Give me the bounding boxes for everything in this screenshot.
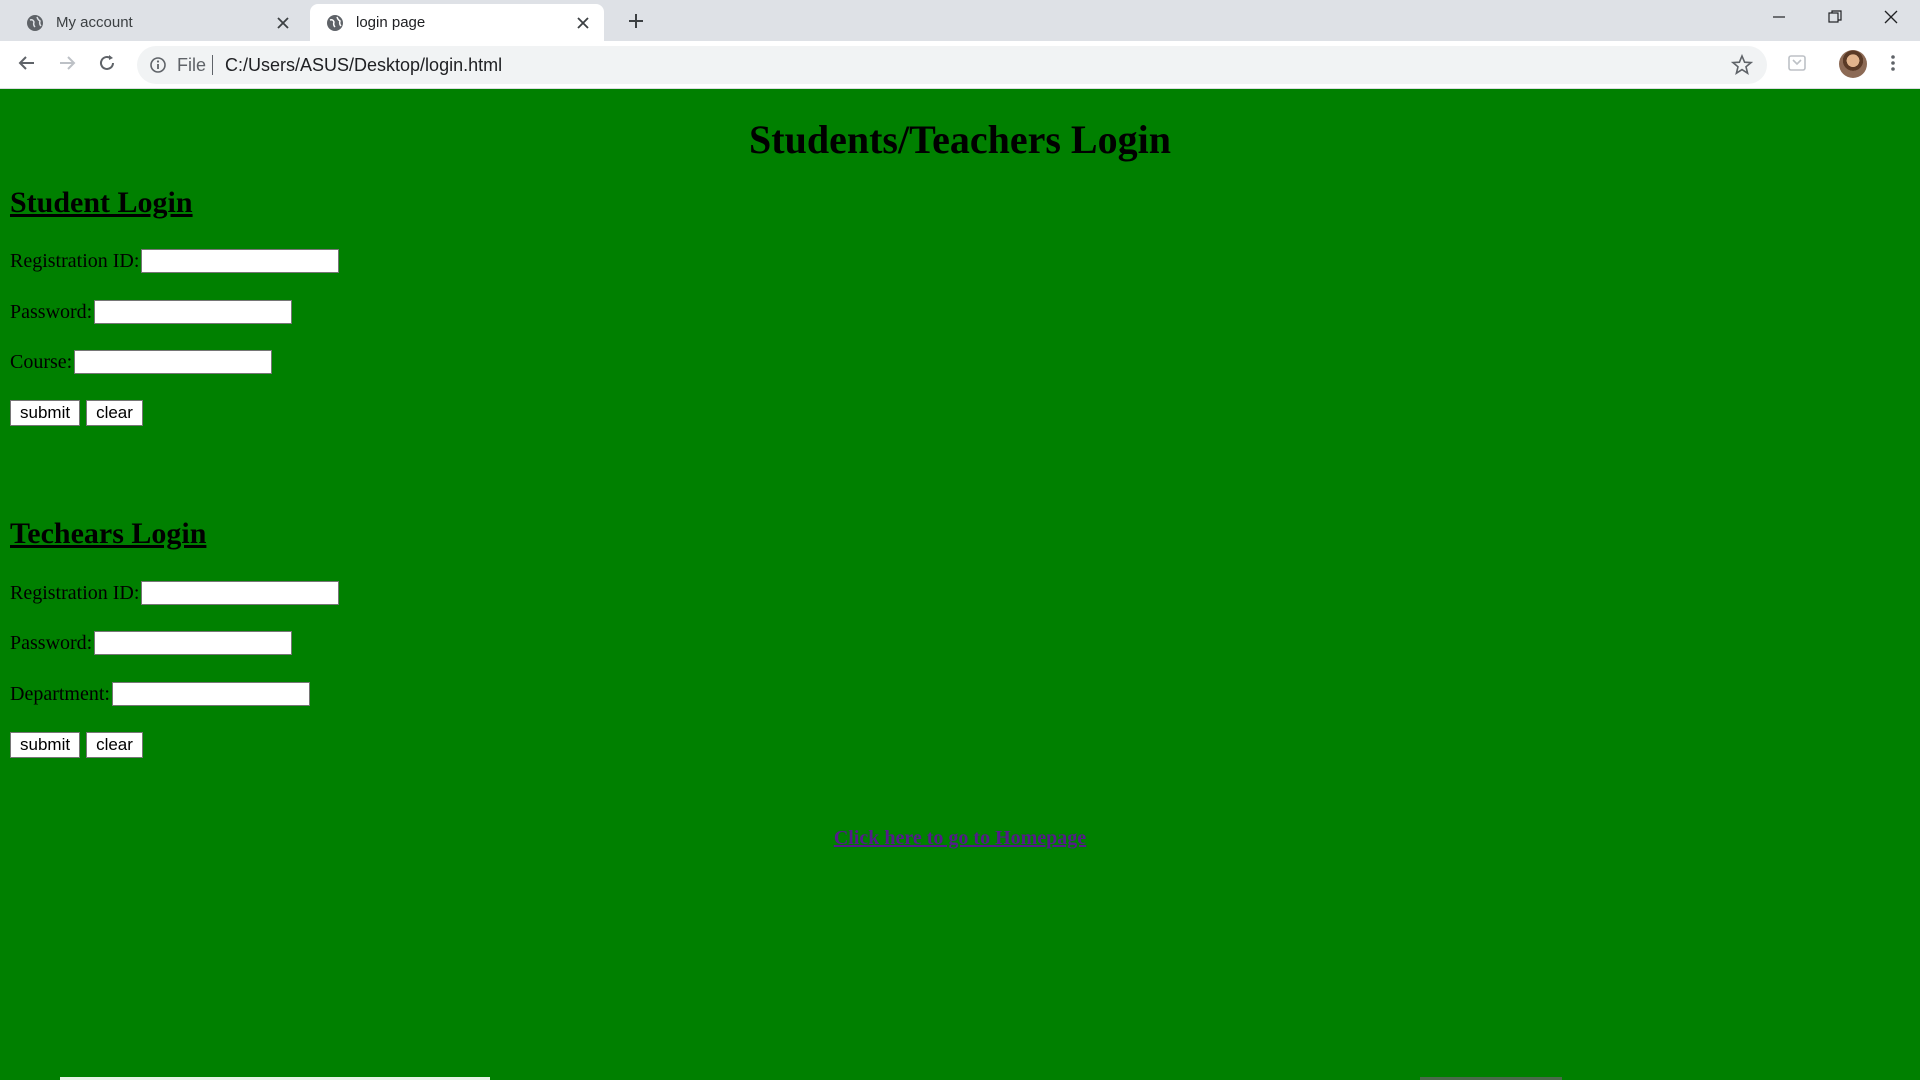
restore-icon	[1828, 9, 1842, 29]
forward-icon	[58, 54, 76, 77]
teacher-submit-button[interactable]: submit	[10, 732, 81, 758]
student-password-input[interactable]	[94, 300, 293, 324]
teacher-login-heading: Techears Login	[10, 517, 207, 550]
globe-icon	[326, 14, 344, 32]
teacher-department-row: Department:	[10, 679, 310, 709]
tab-login-page[interactable]: login page	[310, 4, 604, 41]
tab-title: login page	[356, 14, 426, 31]
reload-button[interactable]	[92, 50, 122, 80]
student-course-input[interactable]	[74, 350, 273, 374]
restore-button[interactable]	[1807, 0, 1863, 38]
close-icon	[1884, 10, 1898, 29]
homepage-link-container: Click here to go to Homepage	[0, 827, 1920, 850]
student-course-label: Course:	[10, 350, 73, 373]
teacher-password-input[interactable]	[94, 631, 293, 655]
teacher-registration-input[interactable]	[141, 581, 340, 605]
url-scheme: File	[177, 55, 207, 75]
teacher-department-label: Department:	[10, 682, 110, 705]
tab-my-account[interactable]: My account	[10, 4, 304, 41]
teacher-clear-button[interactable]: clear	[86, 732, 143, 758]
student-submit-button[interactable]: submit	[10, 400, 81, 426]
student-password-row: Password:	[10, 297, 293, 327]
url-text[interactable]: C:/Users/ASUS/Desktop/login.html	[225, 55, 502, 76]
student-registration-input[interactable]	[141, 249, 340, 273]
info-icon[interactable]	[149, 56, 167, 74]
star-icon[interactable]	[1730, 53, 1754, 76]
student-registration-label: Registration ID:	[10, 249, 140, 272]
teacher-registration-label: Registration ID:	[10, 581, 140, 604]
extension-icon	[1787, 53, 1807, 78]
menu-icon	[1890, 54, 1896, 77]
student-registration-row: Registration ID:	[10, 246, 340, 276]
teacher-password-label: Password:	[10, 631, 93, 654]
minimize-icon	[1773, 10, 1785, 28]
close-window-button[interactable]	[1863, 0, 1919, 38]
tab-strip: My account login page	[0, 0, 1920, 41]
address-bar[interactable]: File C:/Users/ASUS/Desktop/login.html	[137, 46, 1767, 84]
close-icon[interactable]	[272, 12, 294, 34]
student-clear-button[interactable]: clear	[86, 400, 143, 426]
homepage-link[interactable]: Click here to go to Homepage	[834, 827, 1086, 849]
back-icon	[18, 54, 36, 77]
avatar[interactable]	[1839, 50, 1867, 78]
teacher-buttons: submit clear	[10, 732, 143, 758]
student-course-row: Course:	[10, 347, 273, 377]
student-password-label: Password:	[10, 300, 93, 323]
browser-menu-button[interactable]	[1878, 50, 1908, 80]
page-content: Students/Teachers Login Student Login Re…	[0, 89, 1920, 1080]
close-icon[interactable]	[572, 12, 594, 34]
extension-button[interactable]	[1782, 50, 1812, 80]
new-tab-button[interactable]	[622, 9, 650, 37]
minimize-button[interactable]	[1751, 0, 1807, 38]
teacher-registration-row: Registration ID:	[10, 578, 340, 608]
student-buttons: submit clear	[10, 400, 143, 426]
address-separator	[212, 55, 213, 75]
page-title: Students/Teachers Login	[749, 117, 1171, 162]
teacher-password-row: Password:	[10, 628, 293, 658]
browser-toolbar: File C:/Users/ASUS/Desktop/login.html	[0, 41, 1920, 89]
globe-icon	[26, 14, 44, 32]
plus-icon	[628, 13, 644, 34]
tab-title: My account	[56, 14, 133, 31]
student-login-heading: Student Login	[10, 186, 193, 219]
reload-icon	[98, 54, 116, 77]
teacher-department-input[interactable]	[111, 682, 310, 706]
back-button[interactable]	[12, 50, 42, 80]
forward-button[interactable]	[52, 50, 82, 80]
